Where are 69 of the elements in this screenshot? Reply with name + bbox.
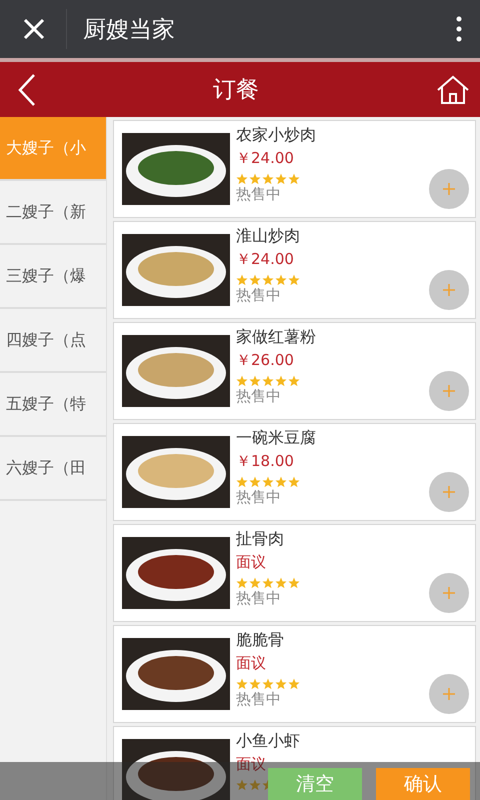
star-icon	[249, 678, 261, 690]
dish-name: 脆脆骨	[236, 630, 285, 651]
star-icon	[236, 476, 248, 488]
add-button[interactable]	[429, 371, 469, 411]
star-icon	[262, 577, 274, 589]
star-icon	[262, 274, 274, 286]
star-icon	[288, 375, 300, 387]
star-icon	[236, 274, 248, 286]
dish-price: ￥26.00	[236, 351, 295, 370]
dish-status: 热售中	[236, 690, 282, 709]
dish-price: 面议	[236, 654, 267, 673]
dish-price: 面议	[236, 553, 267, 572]
plus-icon	[442, 384, 456, 398]
window-title: 厨嫂当家	[83, 16, 176, 44]
star-icon	[288, 678, 300, 690]
plus-icon	[442, 283, 456, 297]
star-icon	[275, 678, 287, 690]
star-icon	[249, 173, 261, 185]
add-button[interactable]	[429, 169, 469, 209]
star-icon	[236, 779, 248, 791]
star-icon	[249, 274, 261, 286]
star-icon	[262, 678, 274, 690]
star-icon	[262, 476, 274, 488]
dish-name: 扯骨肉	[236, 529, 285, 550]
star-icon	[275, 476, 287, 488]
page-title: 订餐	[213, 76, 259, 105]
star-icon	[236, 375, 248, 387]
star-icon	[236, 577, 248, 589]
star-icon	[288, 476, 300, 488]
dish-price: ￥18.00	[236, 452, 295, 471]
close-icon[interactable]	[22, 17, 46, 41]
star-icon	[236, 678, 248, 690]
dish-name: 农家小炒肉	[236, 125, 316, 146]
star-icon	[275, 375, 287, 387]
dish-status: 热售中	[236, 589, 282, 608]
dish-status: 热售中	[236, 387, 282, 406]
dish-price: ￥24.00	[236, 149, 295, 168]
star-icon	[275, 577, 287, 589]
plus-icon	[442, 586, 456, 600]
plus-icon	[442, 687, 456, 701]
star-icon	[249, 779, 261, 791]
add-button[interactable]	[429, 573, 469, 613]
home-icon[interactable]	[436, 74, 470, 104]
plus-icon	[442, 485, 456, 499]
star-icon	[288, 577, 300, 589]
back-icon[interactable]	[18, 72, 36, 106]
dish-name: 小鱼小虾	[236, 731, 300, 752]
star-icon	[236, 173, 248, 185]
star-icon	[249, 577, 261, 589]
dish-price: ￥24.00	[236, 250, 295, 269]
star-icon	[288, 274, 300, 286]
more-menu-icon[interactable]	[456, 16, 462, 42]
add-button[interactable]	[429, 674, 469, 714]
star-icon	[288, 173, 300, 185]
star-icon	[262, 375, 274, 387]
dish-name: 一碗米豆腐	[236, 428, 316, 449]
add-button[interactable]	[429, 270, 469, 310]
dish-name: 家做红薯粉	[236, 327, 316, 348]
dish-status: 热售中	[236, 286, 282, 305]
dish-status: 热售中	[236, 185, 282, 204]
plus-icon	[442, 182, 456, 196]
star-icon	[275, 173, 287, 185]
add-button[interactable]	[429, 472, 469, 512]
star-icon	[249, 476, 261, 488]
star-icon	[275, 274, 287, 286]
star-icon	[262, 173, 274, 185]
dish-name: 淮山炒肉	[236, 226, 300, 247]
dish-status: 热售中	[236, 488, 282, 507]
star-icon	[249, 375, 261, 387]
